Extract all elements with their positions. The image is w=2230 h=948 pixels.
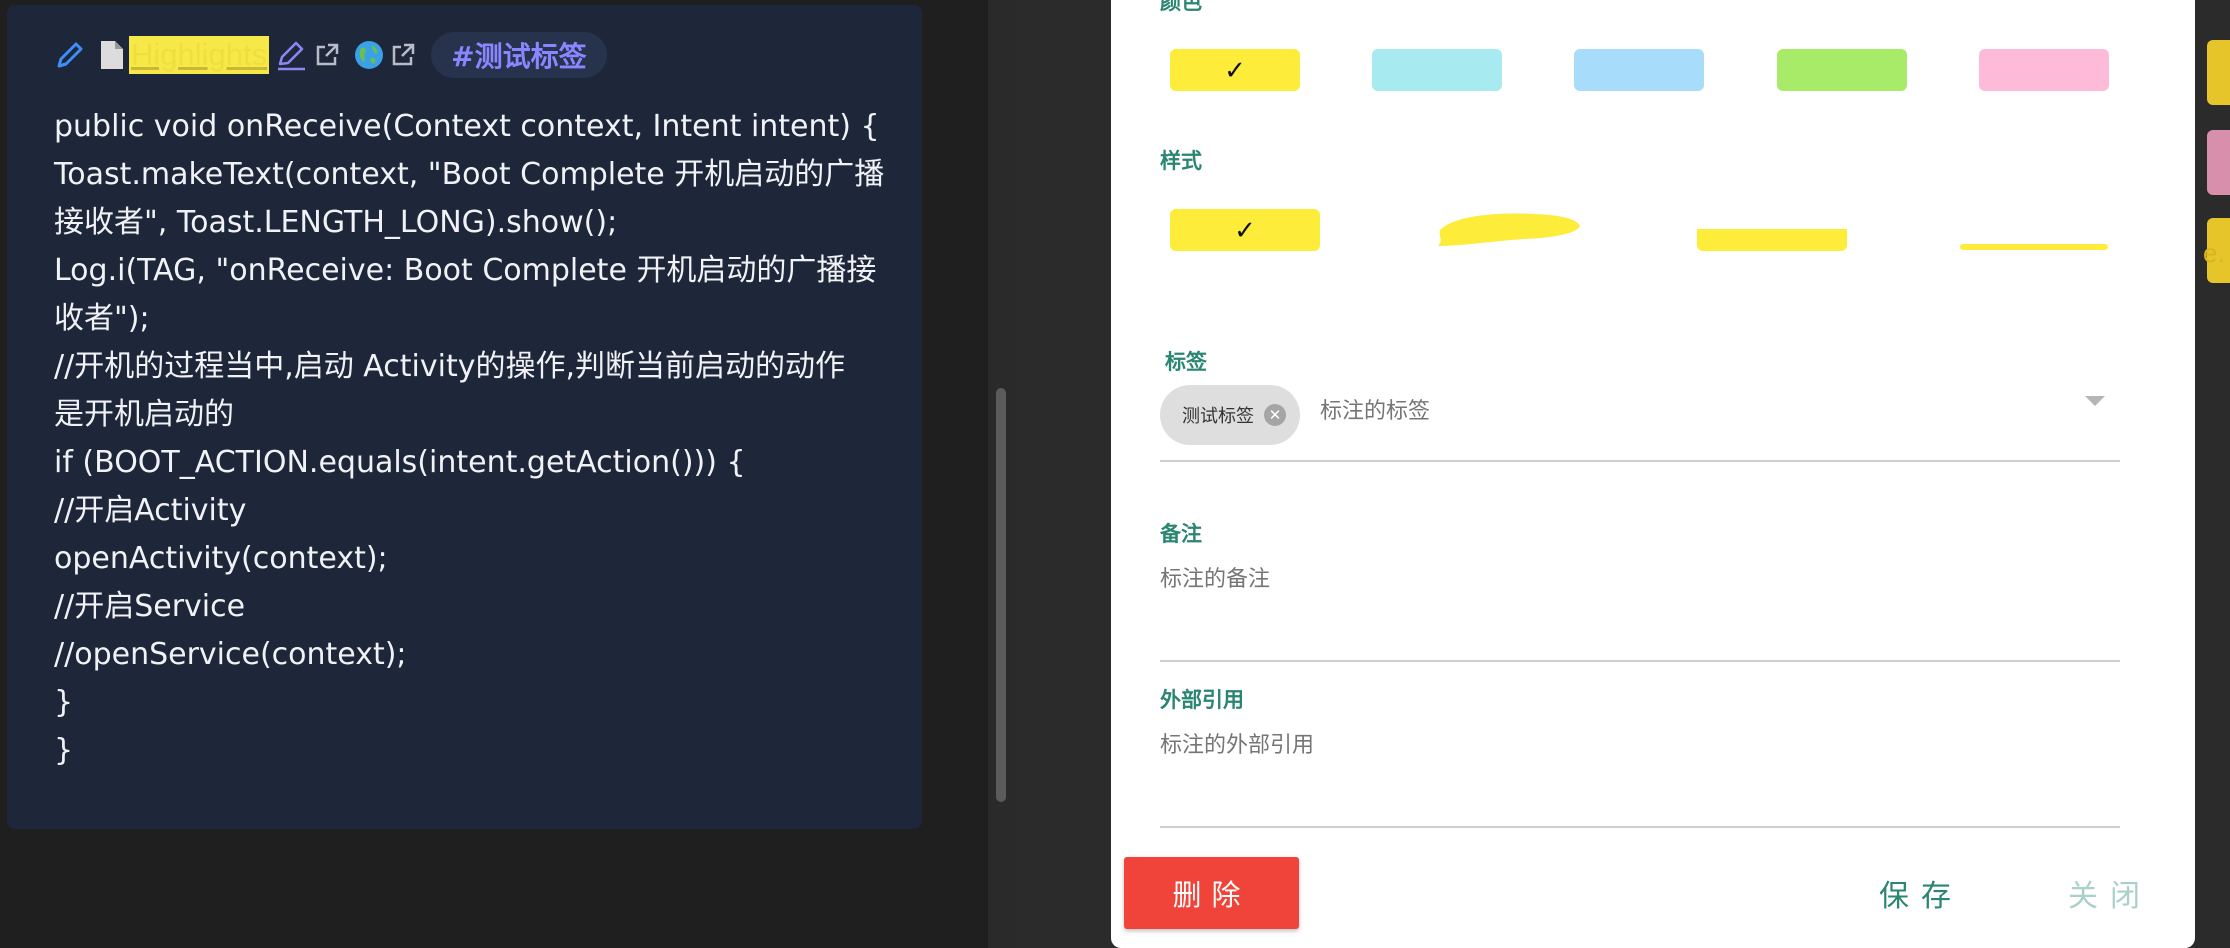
color-swatch-blue[interactable] (1574, 49, 1704, 91)
save-button[interactable]: 保存 (1873, 868, 1969, 918)
external-ref-label: 外部引用 (1160, 688, 1244, 712)
tag-field-underline (1160, 460, 2120, 462)
note-label: 备注 (1160, 522, 1202, 546)
style-option-brush[interactable] (1434, 208, 1584, 257)
color-swatch-cyan[interactable] (1372, 49, 1502, 91)
highlight-body-text: public void onReceive(Context context, I… (54, 109, 885, 768)
highlight-card-header: Highlights #测试标签 (53, 27, 607, 83)
highlight-text: Highlights (129, 36, 270, 74)
external-ref-input[interactable] (1160, 733, 2060, 758)
scrollbar-thumb[interactable] (996, 388, 1006, 802)
tag-chip-label: 测试标签 (1182, 406, 1254, 427)
remove-tag-icon[interactable]: ✕ (1264, 404, 1286, 426)
check-icon: ✓ (1224, 54, 1246, 85)
tag-label: 标签 (1165, 350, 1207, 374)
background-highlight-strip (2207, 40, 2230, 105)
color-swatch-yellow[interactable]: ✓ (1170, 49, 1300, 91)
background-highlight-strip (2207, 130, 2230, 195)
color-swatch-pink[interactable] (1979, 49, 2109, 91)
style-option-bar[interactable] (1697, 229, 1847, 251)
color-swatch-green[interactable] (1777, 49, 1907, 91)
note-field-underline (1160, 660, 2120, 662)
globe-icon[interactable] (353, 39, 385, 71)
edit-icon[interactable] (275, 38, 309, 72)
external-link-icon[interactable] (313, 41, 341, 69)
highlight-card[interactable]: Highlights #测试标签 public void onReceive(C… (7, 5, 922, 829)
check-icon: ✓ (1234, 214, 1256, 245)
style-option-underline[interactable] (1960, 244, 2108, 250)
delete-button[interactable]: 删除 (1124, 857, 1299, 929)
tag-chip: 测试标签 ✕ (1160, 385, 1300, 445)
scrollbar[interactable] (988, 0, 1015, 948)
chevron-down-icon[interactable] (2085, 396, 2105, 406)
close-button[interactable]: 关闭 (2062, 868, 2158, 918)
style-label: 样式 (1160, 149, 1202, 173)
external-ref-field-underline (1160, 826, 2120, 828)
tag-pill[interactable]: #测试标签 (431, 32, 607, 78)
document-icon[interactable] (99, 39, 125, 71)
highlight-edit-dialog (1111, 0, 2195, 948)
external-link-icon[interactable] (389, 41, 417, 69)
note-input[interactable] (1160, 567, 2060, 592)
highlight-list-panel: Highlights #测试标签 public void onReceive(C… (0, 0, 988, 948)
color-label: 颜色 (1160, 0, 1202, 14)
app-window: Highlights #测试标签 public void onReceive(C… (0, 0, 2230, 948)
style-option-fill[interactable]: ✓ (1170, 209, 1320, 251)
background-text-fragment: e. (2203, 238, 2225, 268)
tag-input[interactable] (1320, 399, 2020, 424)
pencil-icon[interactable] (53, 38, 87, 72)
